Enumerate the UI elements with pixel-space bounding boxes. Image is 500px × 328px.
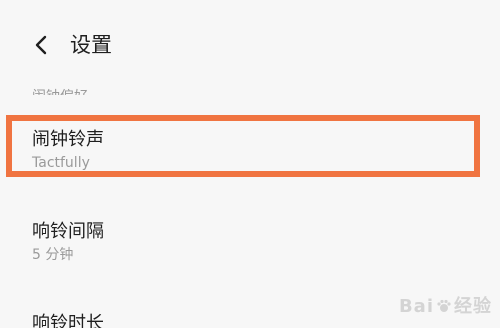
- item-title: 响铃时长: [32, 313, 104, 328]
- section-header-label: 闹钟偏好: [32, 87, 88, 95]
- settings-screen: 设置 闹钟偏好 闹钟铃声 Tactfully 响铃间隔 5 分钟 响铃时长 Ba…: [0, 0, 500, 328]
- highlight-box: [6, 115, 480, 177]
- item-subtitle: 5 分钟: [32, 247, 74, 263]
- settings-item-ring-interval[interactable]: 响铃间隔 5 分钟: [0, 208, 500, 268]
- chevron-left-icon[interactable]: [30, 33, 54, 57]
- watermark: Bai 经验: [399, 292, 492, 318]
- page-title: 设置: [70, 33, 112, 57]
- header: 设置: [0, 0, 500, 90]
- watermark-text-left: Bai: [398, 296, 434, 317]
- item-title: 响铃间隔: [32, 221, 104, 242]
- watermark-text-right: 经验: [454, 296, 492, 317]
- section-header: 闹钟偏好: [32, 82, 88, 95]
- paw-icon: [437, 299, 451, 312]
